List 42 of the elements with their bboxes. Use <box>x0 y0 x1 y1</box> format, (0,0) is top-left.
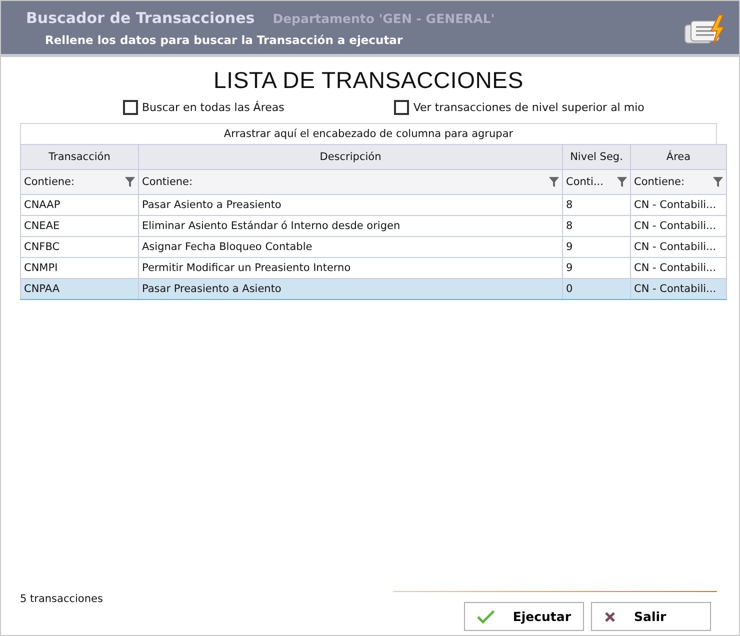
table-cell: CNPAA <box>20 278 138 300</box>
status-text: 5 transacciones <box>20 593 103 605</box>
table-cell: CNEAE <box>20 216 138 236</box>
filter-cell[interactable]: Contiene: <box>20 170 138 194</box>
table-cell: 9 <box>562 236 630 258</box>
window-title: Buscador de Transacciones <box>26 9 255 27</box>
filter-icon[interactable] <box>713 177 723 187</box>
column-header[interactable]: Nivel Seg. <box>562 144 630 170</box>
table-cell: Pasar Preasiento a Asiento <box>138 278 562 300</box>
column-header[interactable]: Área <box>630 144 726 170</box>
list-heading: LISTA DE TRANSACCIONES <box>212 67 524 94</box>
action-button[interactable]: Salir <box>591 602 711 631</box>
table-cell: 0 <box>562 278 630 300</box>
table-cell: Eliminar Asiento Estándar ó Interno desde origen <box>138 216 562 236</box>
action-button[interactable]: Ejecutar <box>464 602 584 631</box>
table-cell: CNFBC <box>20 236 138 258</box>
filter-cell[interactable]: Contiene: <box>138 170 562 194</box>
table-cell: 8 <box>562 216 630 236</box>
filter-cell[interactable]: Conti... <box>562 170 630 194</box>
group-hint: Arrastrar aquí el encabezado de columna para agrupar <box>224 128 514 140</box>
column-header[interactable]: Transacción <box>20 144 138 170</box>
subtitle: Rellene los datos para buscar la Transacción a ejecutar <box>45 33 404 47</box>
checkbox[interactable] <box>394 100 410 115</box>
filter-icon[interactable] <box>617 177 627 187</box>
filter-cell[interactable]: Contiene: <box>630 170 726 194</box>
filter-icon[interactable] <box>125 177 135 187</box>
table-cell: 8 <box>562 194 630 216</box>
checkbox[interactable] <box>123 100 138 115</box>
table-cell: CN - Contabili... <box>630 236 726 258</box>
table-cell: CN - Contabili... <box>630 216 726 236</box>
table-cell: Pasar Asiento a Preasiento <box>138 194 562 216</box>
table-cell: Asignar Fecha Bloqueo Contable <box>138 236 562 258</box>
column-header[interactable]: Descripción <box>138 144 562 170</box>
department-label: Departamento 'GEN - GENERAL' <box>272 11 495 26</box>
filter-icon[interactable] <box>549 177 559 187</box>
checkbox-label: Buscar en todas las Áreas <box>142 101 284 114</box>
table-cell: CNAAP <box>20 194 138 216</box>
close-icon <box>604 610 616 622</box>
table-cell: CN - Contabili... <box>630 278 726 300</box>
check-icon <box>477 610 495 624</box>
checkbox-label: Ver transacciones de nivel superior al mio <box>413 101 644 114</box>
table-cell: CN - Contabili... <box>630 194 726 216</box>
